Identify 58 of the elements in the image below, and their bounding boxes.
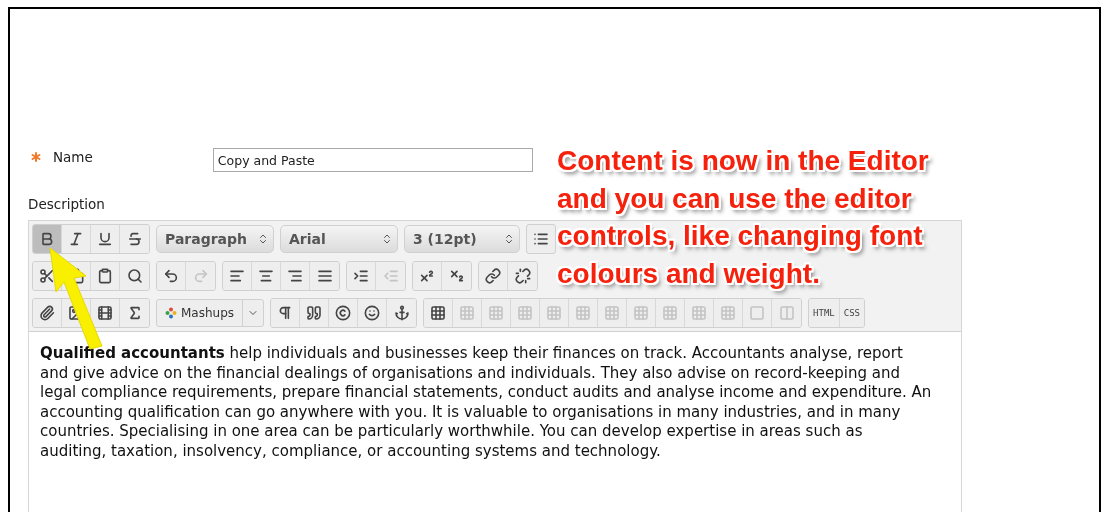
copyright-icon: [335, 305, 352, 322]
paste-icon: [97, 268, 113, 285]
bold-button[interactable]: [33, 225, 62, 254]
table-grid-icon: [720, 305, 737, 322]
table-grid-icon: [459, 305, 476, 322]
code-view-button[interactable]: HTML: [809, 299, 840, 328]
updown-icon: [381, 233, 393, 246]
align-left-button[interactable]: [223, 262, 252, 291]
name-field[interactable]: Copy and Paste: [212, 148, 533, 172]
annotation-label: and you can use the editor: [557, 181, 912, 216]
italic-icon: [68, 231, 84, 248]
unlink-icon: [514, 268, 531, 285]
updown-icon: [257, 233, 269, 246]
columns-icon: [778, 305, 795, 322]
smiley-icon: [364, 305, 381, 322]
undo-icon: [163, 268, 179, 285]
table-button[interactable]: [424, 299, 454, 328]
paperclip-icon: [39, 305, 55, 322]
square-icon: [749, 305, 766, 322]
strikethrough-icon: [126, 231, 143, 248]
pilcrow-button[interactable]: [271, 299, 301, 328]
dots-icon: [165, 307, 177, 320]
dropdown-select[interactable]: Paragraph: [156, 225, 274, 254]
table-grid-icon: [633, 305, 650, 322]
table-grid-icon: [546, 305, 563, 322]
superscript-button[interactable]: [413, 262, 442, 291]
undo-button[interactable]: [157, 262, 186, 291]
table-grid-icon: [517, 305, 534, 322]
bullet-list-button[interactable]: [526, 224, 556, 255]
mashups-dropdown[interactable]: Mashups: [156, 299, 265, 328]
table-grid-icon: [662, 305, 679, 322]
find-icon: [126, 268, 143, 285]
paperclip-button[interactable]: [33, 299, 62, 328]
updown-icon: [503, 233, 515, 246]
link-icon: [485, 268, 501, 285]
underline-icon: [97, 231, 113, 248]
description-label: Description: [28, 195, 105, 214]
quote-icon: [306, 305, 323, 322]
table-grid-icon: [488, 305, 505, 322]
mashups-label: Mashups: [181, 305, 235, 323]
annotation-label: controls, like changing font: [557, 219, 923, 253]
table-grid-icon: [691, 305, 708, 322]
dropdown-select[interactable]: 3 (12pt): [404, 225, 520, 254]
table-icon: [430, 305, 447, 322]
table-grid-icon: [604, 305, 621, 322]
table-grid-icon: [575, 305, 592, 322]
annotation-label: colours and weight.: [557, 256, 820, 291]
annotation-label: Content is now in the Editor: [557, 144, 929, 178]
editor-content: Qualified accountants help individuals and businesses keep their finances on track. Accountants analyse, report and give advice on the financial dealings of organisations and individuals. They also advise on record-keeping and legal compliance requirements, prepare financial statements, conduct audits and analyse income and expenditure. An accounting qualification can go anywhere with you. It is valuable to organisations in many industries, and in many countries. Specialising in one area can be particularly worthwhile. You can develop expertise in areas such as auditing, taxation, insolvency, compliance, or accounting systems and technology.: [39, 343, 933, 462]
link-button[interactable]: [479, 262, 508, 291]
indent-button[interactable]: [347, 262, 376, 291]
anchor-icon: [393, 305, 410, 322]
dropdown-select[interactable]: Arial: [280, 225, 398, 254]
cut-icon: [39, 268, 55, 285]
bold-icon: [39, 231, 55, 248]
name-label: Name: [53, 147, 93, 167]
redo-icon: [192, 268, 209, 285]
film-icon: [97, 305, 113, 322]
